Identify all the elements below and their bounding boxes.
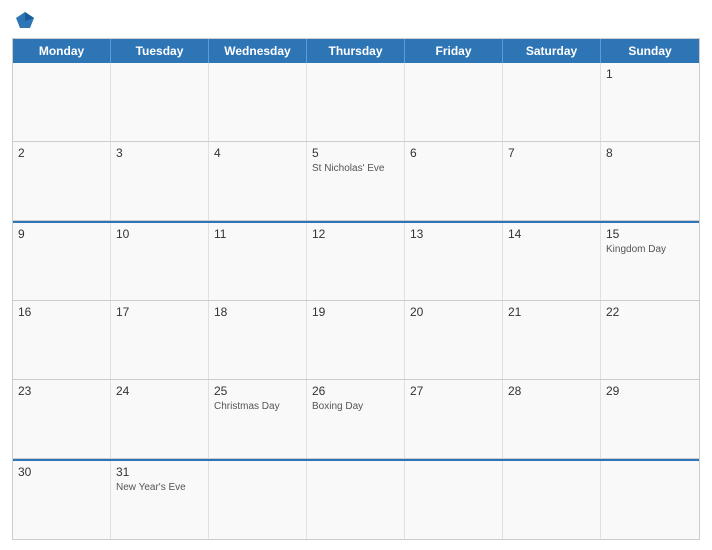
day-headers-row: MondayTuesdayWednesdayThursdayFridaySatu… [13,39,699,63]
cell-day-number: 7 [508,146,595,160]
cell-day-number: 26 [312,384,399,398]
calendar-cell: 18 [209,301,307,379]
calendar-cell: 8 [601,142,699,220]
calendar-cell [503,63,601,141]
calendar-cell: 14 [503,223,601,301]
week-row-5: 23 24 25 Christmas Day 26 Boxing Day 27 28 29 [13,380,699,459]
cell-day-number: 15 [606,227,694,241]
day-header-thursday: Thursday [307,39,405,63]
cell-day-number: 9 [18,227,105,241]
cell-day-number: 1 [606,67,694,81]
cell-day-number: 25 [214,384,301,398]
calendar-cell [405,461,503,539]
cell-day-number: 21 [508,305,595,319]
calendar-cell: 9 [13,223,111,301]
calendar-cell [13,63,111,141]
calendar-cell: 3 [111,142,209,220]
week-row-6: 30 31 New Year's Eve [13,459,699,539]
cell-day-number: 12 [312,227,399,241]
calendar-cell: 28 [503,380,601,458]
cell-day-number: 24 [116,384,203,398]
day-header-sunday: Sunday [601,39,699,63]
calendar-cell: 31 New Year's Eve [111,461,209,539]
calendar-cell [307,461,405,539]
calendar-cell: 16 [13,301,111,379]
cell-day-number: 2 [18,146,105,160]
cell-day-number: 20 [410,305,497,319]
week-row-3: 9 10 11 12 13 14 15 Kingdom Day [13,221,699,302]
calendar-cell [209,461,307,539]
cell-day-number: 10 [116,227,203,241]
calendar-cell: 21 [503,301,601,379]
calendar-cell [111,63,209,141]
cell-event: St Nicholas' Eve [312,162,399,175]
cell-day-number: 30 [18,465,105,479]
cell-event: New Year's Eve [116,481,203,494]
calendar-cell: 19 [307,301,405,379]
calendar-header [12,10,700,32]
cell-day-number: 18 [214,305,301,319]
cell-day-number: 22 [606,305,694,319]
cell-day-number: 28 [508,384,595,398]
day-header-saturday: Saturday [503,39,601,63]
calendar-cell: 11 [209,223,307,301]
calendar-cell: 6 [405,142,503,220]
day-header-monday: Monday [13,39,111,63]
cell-event: Kingdom Day [606,243,694,256]
calendar-grid: MondayTuesdayWednesdayThursdayFridaySatu… [12,38,700,540]
cell-day-number: 4 [214,146,301,160]
week-row-4: 16 17 18 19 20 21 22 [13,301,699,380]
cell-day-number: 29 [606,384,694,398]
calendar-cell [405,63,503,141]
calendar-cell: 17 [111,301,209,379]
day-header-tuesday: Tuesday [111,39,209,63]
cell-day-number: 11 [214,227,301,241]
day-header-friday: Friday [405,39,503,63]
cell-day-number: 27 [410,384,497,398]
calendar-cell: 24 [111,380,209,458]
calendar-cell: 27 [405,380,503,458]
cell-day-number: 8 [606,146,694,160]
calendar-cell: 20 [405,301,503,379]
calendar-cell [307,63,405,141]
week-row-2: 2345 St Nicholas' Eve 678 [13,142,699,221]
calendar-cell: 15 Kingdom Day [601,223,699,301]
calendar-cell: 22 [601,301,699,379]
cell-day-number: 14 [508,227,595,241]
calendar-page: MondayTuesdayWednesdayThursdayFridaySatu… [0,0,712,550]
cell-day-number: 23 [18,384,105,398]
cell-day-number: 17 [116,305,203,319]
day-header-wednesday: Wednesday [209,39,307,63]
cell-event: Boxing Day [312,400,399,413]
weeks-container: 12345St Nicholas' Eve6789101112131415Kin… [13,63,699,539]
cell-day-number: 5 [312,146,399,160]
week-row-1: 1 [13,63,699,142]
calendar-cell: 25 Christmas Day [209,380,307,458]
cell-day-number: 6 [410,146,497,160]
cell-day-number: 19 [312,305,399,319]
cell-day-number: 16 [18,305,105,319]
calendar-cell [209,63,307,141]
calendar-cell: 23 [13,380,111,458]
calendar-cell: 10 [111,223,209,301]
calendar-cell: 1 [601,63,699,141]
calendar-cell: 12 [307,223,405,301]
calendar-cell: 13 [405,223,503,301]
calendar-cell: 4 [209,142,307,220]
cell-event: Christmas Day [214,400,301,413]
calendar-cell [503,461,601,539]
calendar-cell: 30 [13,461,111,539]
calendar-cell: 5 St Nicholas' Eve [307,142,405,220]
calendar-cell: 26 Boxing Day [307,380,405,458]
calendar-cell: 2 [13,142,111,220]
cell-day-number: 13 [410,227,497,241]
logo-flag-icon [14,10,36,32]
calendar-cell: 29 [601,380,699,458]
calendar-cell: 7 [503,142,601,220]
cell-day-number: 31 [116,465,203,479]
logo [12,10,36,32]
cell-day-number: 3 [116,146,203,160]
calendar-cell [601,461,699,539]
